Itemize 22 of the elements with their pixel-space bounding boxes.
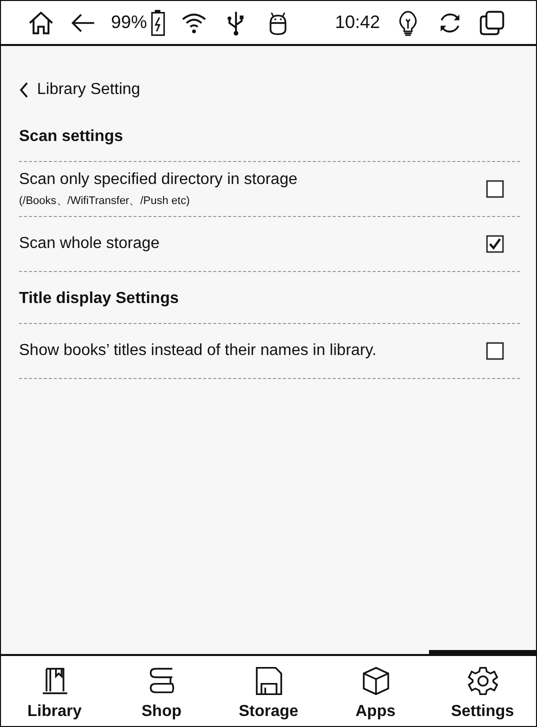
setting-label: Show books’ titles instead of their names in library.	[19, 342, 376, 360]
battery-percent: 99%	[111, 12, 148, 33]
setting-label: Scan whole storage	[19, 235, 160, 253]
settings-icon	[466, 665, 498, 697]
setting-label: Scan only specified directory in storage	[19, 170, 298, 188]
setting-hint: (/Books、/WifiTransfer、/Push etc)	[19, 194, 191, 208]
chevron-left-icon	[19, 81, 29, 99]
back-button[interactable]: Library Setting	[19, 46, 140, 110]
nav-tab[interactable]: Settings	[429, 650, 536, 726]
battery-icon	[151, 8, 166, 36]
nav-tab[interactable]: Shop	[108, 650, 215, 726]
nav-tab[interactable]: Apps	[322, 650, 429, 726]
section-title: Scan settings	[19, 110, 520, 162]
section-title: Title display Settings	[19, 272, 520, 324]
windows-icon[interactable]	[478, 8, 506, 36]
nav-tab[interactable]: Library	[1, 650, 108, 726]
checkbox[interactable]	[486, 180, 504, 198]
home-icon[interactable]	[27, 8, 55, 36]
clock: 10:42	[334, 12, 380, 33]
checkbox[interactable]	[486, 235, 504, 253]
checkbox[interactable]	[486, 342, 504, 360]
nav-tab[interactable]: Storage	[215, 650, 322, 726]
